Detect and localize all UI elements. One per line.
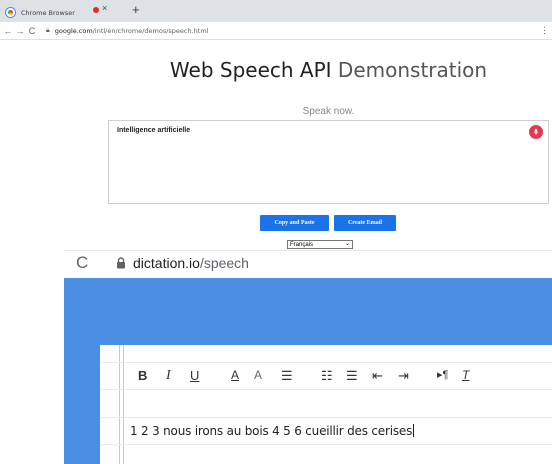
microphone-button[interactable] xyxy=(529,125,543,139)
speech-status: Speak now. xyxy=(302,106,355,117)
ordered-list-icon[interactable]: ☷ xyxy=(321,368,333,384)
highlight-color-button[interactable]: A xyxy=(254,368,262,382)
ruled-line xyxy=(100,444,552,445)
language-selected: Français xyxy=(290,241,314,248)
dictated-text-content: 1 2 3 nous irons au bois 4 5 6 cueillir … xyxy=(130,424,413,438)
align-icon[interactable]: ☰ xyxy=(281,368,293,384)
text-direction-icon[interactable]: ▸¶ xyxy=(437,368,448,381)
language-select[interactable]: Français ⌄ xyxy=(287,240,353,249)
dictation-reload-button[interactable]: C xyxy=(76,253,88,273)
browser-menu-icon[interactable]: ⋮ xyxy=(540,25,549,36)
tab-title: Chrome Browser xyxy=(21,8,75,17)
address-toolbar: ← → C 🔒︎ google.com/intl/en/chrome/demos… xyxy=(0,22,552,40)
clear-format-icon[interactable]: T xyxy=(462,368,469,382)
chrome-favicon-icon xyxy=(6,8,15,17)
indent-icon[interactable]: ⇥ xyxy=(398,368,409,384)
forward-button[interactable]: → xyxy=(14,26,26,36)
recording-indicator-icon xyxy=(93,7,99,13)
browser-tab[interactable]: Chrome Browser xyxy=(0,3,128,22)
create-email-button[interactable]: Create Email xyxy=(334,215,396,231)
microphone-icon xyxy=(533,128,539,136)
italic-button[interactable]: I xyxy=(166,368,171,384)
reload-button[interactable]: C xyxy=(26,26,38,36)
lock-icon xyxy=(117,257,125,269)
copy-and-paste-button[interactable]: Copy and Paste xyxy=(260,215,329,231)
tab-close-icon[interactable]: × xyxy=(102,3,107,13)
bold-button[interactable]: B xyxy=(138,368,147,383)
font-color-button[interactable]: A xyxy=(231,368,239,382)
outdent-icon[interactable]: ⇤ xyxy=(372,368,383,384)
title-strong: Web Speech API xyxy=(169,58,332,82)
dictation-url[interactable]: dictation.io/speech xyxy=(133,255,249,271)
title-light: Demonstration xyxy=(337,58,488,82)
ruled-line xyxy=(100,417,552,418)
address-bar[interactable]: google.com/intl/en/chrome/demos/speech.h… xyxy=(55,27,209,35)
dictation-url-host: dictation.io xyxy=(133,255,200,271)
transcript-box[interactable]: Intelligence artificielle xyxy=(108,120,549,204)
page-title: Web Speech API Demonstration xyxy=(0,58,552,82)
underline-button[interactable]: U xyxy=(190,368,199,383)
back-button[interactable]: ← xyxy=(2,26,14,36)
chevron-down-icon: ⌄ xyxy=(344,241,350,247)
dictation-address-bar: C dictation.io/speech xyxy=(64,250,552,278)
url-host: google.com xyxy=(54,26,93,35)
lock-icon: 🔒︎ xyxy=(46,26,50,34)
screen: Chrome Browser × + ← → C 🔒︎ google.com/i… xyxy=(0,0,552,464)
new-tab-button[interactable]: + xyxy=(132,2,140,17)
unordered-list-icon[interactable]: ☰ xyxy=(346,368,358,384)
dictated-text[interactable]: 1 2 3 nous irons au bois 4 5 6 cueillir … xyxy=(130,424,415,438)
tab-strip: Chrome Browser × + xyxy=(0,0,552,22)
text-caret xyxy=(413,424,415,437)
url-path: /intl/en/chrome/demos/speech.html xyxy=(92,26,209,35)
transcript-text: Intelligence artificielle xyxy=(117,127,191,134)
dictation-url-path: /speech xyxy=(199,255,249,271)
